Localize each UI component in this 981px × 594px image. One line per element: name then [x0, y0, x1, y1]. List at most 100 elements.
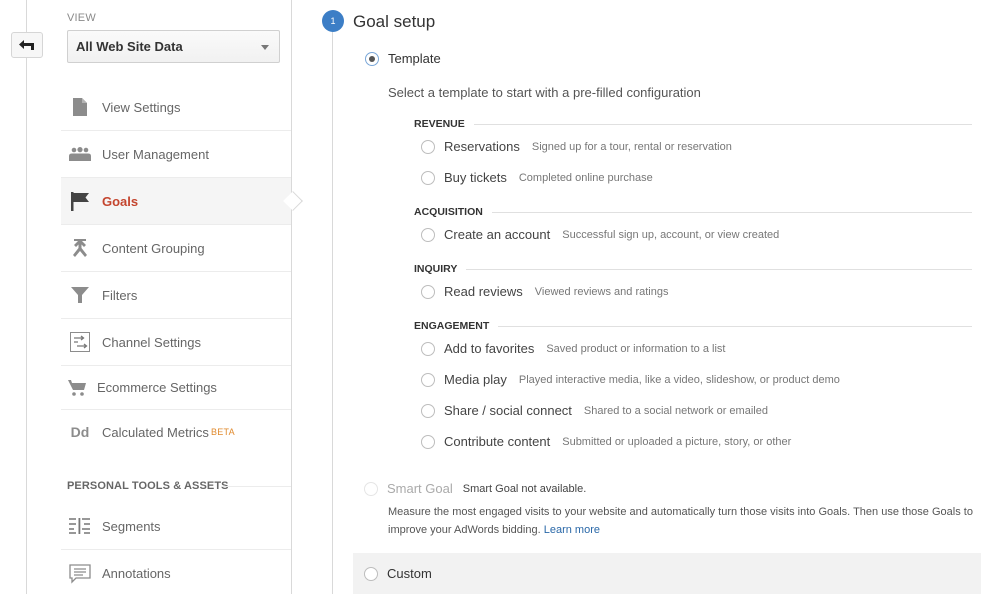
smart-goal-status: Smart Goal not available. [462, 482, 587, 495]
sidebar-item-label: Calculated Metrics [102, 424, 209, 440]
radio[interactable] [421, 434, 435, 449]
option-desc: Submitted or uploaded a picture, story, … [562, 435, 792, 448]
sidebar-item-label: Channel Settings [102, 334, 202, 350]
back-button[interactable] [11, 32, 43, 58]
smart-goal-desc-text: Measure the most engaged visits to your … [388, 506, 973, 536]
goal-option-reservations[interactable]: Reservations Signed up for a tour, rental… [421, 131, 972, 162]
merge-icon [69, 239, 91, 257]
goal-option-buy-tickets[interactable]: Buy tickets Completed online purchase [421, 162, 972, 193]
template-label: Template [388, 51, 441, 66]
section-label-personal-tools: PERSONAL TOOLS & ASSETS [67, 480, 229, 492]
learn-more-link[interactable]: Learn more [544, 524, 600, 536]
back-arrow-icon [19, 40, 34, 50]
view-label: VIEW [67, 12, 96, 24]
sidebar-item-calculated-metrics[interactable]: Dd Calculated Metrics BETA [61, 410, 291, 454]
radio[interactable] [421, 372, 435, 387]
category-title: ACQUISITION [414, 206, 483, 218]
goal-option-share-social[interactable]: Share / social connect Shared to a social… [421, 395, 972, 426]
cart-icon [66, 379, 88, 397]
option-name: Share / social connect [444, 403, 572, 418]
sidebar-item-label: Goals [102, 193, 139, 209]
template-categories: REVENUE Reservations Signed up for a tour… [414, 117, 972, 469]
step-number-badge: 1 [322, 10, 344, 32]
option-desc: Saved product or information to a list [546, 342, 726, 355]
sidebar-item-label: Content Grouping [102, 240, 205, 256]
sidebar-item-label: Segments [102, 518, 161, 534]
dd-icon: Dd [70, 424, 90, 440]
beta-badge: BETA [210, 427, 235, 437]
category-inquiry: INQUIRY Read reviews Viewed reviews and r… [414, 262, 972, 307]
radio[interactable] [421, 139, 435, 154]
flag-icon [69, 192, 91, 211]
smart-goal-option: Smart Goal Smart Goal not available. [364, 481, 586, 496]
option-name: Contribute content [444, 434, 551, 449]
sidebar-item-user-management[interactable]: User Management [61, 131, 291, 178]
category-divider [473, 123, 972, 125]
radio[interactable] [421, 341, 435, 356]
goal-option-add-favorites[interactable]: Add to favorites Saved product or informa… [421, 333, 972, 364]
chevron-down-icon [261, 45, 269, 50]
sidebar-item-annotations[interactable]: Annotations [61, 550, 291, 594]
smart-goal-radio [364, 481, 378, 496]
radio[interactable] [421, 284, 435, 299]
view-select[interactable]: All Web Site Data [67, 30, 280, 63]
step-timeline [332, 22, 333, 594]
sidebar-item-segments[interactable]: Segments [61, 503, 291, 550]
template-description: Select a template to start with a pre-fi… [388, 85, 701, 100]
option-desc: Played interactive media, like a video, … [518, 373, 840, 386]
rail-line [26, 0, 27, 594]
template-option[interactable]: Template [365, 51, 441, 66]
category-acquisition: ACQUISITION Create an account Successful … [414, 205, 972, 250]
sidebar-item-view-settings[interactable]: View Settings [61, 84, 291, 131]
option-name: Add to favorites [444, 341, 535, 356]
sidebar-item-ecommerce-settings[interactable]: Ecommerce Settings [61, 366, 291, 410]
filter-icon [69, 286, 91, 304]
goal-option-media-play[interactable]: Media play Played interactive media, like… [421, 364, 972, 395]
option-name: Read reviews [444, 284, 523, 299]
option-name: Media play [444, 372, 507, 387]
section-divider [221, 486, 291, 487]
radio[interactable] [421, 170, 435, 185]
radio[interactable] [421, 403, 435, 418]
sidebar-item-label: User Management [102, 146, 209, 162]
document-icon [69, 98, 91, 116]
option-name: Create an account [444, 227, 551, 242]
view-select-value: All Web Site Data [76, 39, 183, 54]
custom-option[interactable]: Custom [353, 553, 981, 594]
custom-radio[interactable] [364, 566, 378, 581]
sidebar-item-channel-settings[interactable]: Channel Settings [61, 319, 291, 366]
sidebar: VIEW All Web Site Data View Settings Use… [61, 0, 303, 594]
goal-option-create-account[interactable]: Create an account Successful sign up, acc… [421, 219, 972, 250]
admin-nav: View Settings User Management Goals Cont… [61, 84, 303, 454]
option-desc: Shared to a social network or emailed [583, 404, 768, 417]
goal-option-contribute-content[interactable]: Contribute content Submitted or uploaded … [421, 426, 972, 457]
option-name: Buy tickets [444, 170, 507, 185]
sidebar-item-content-grouping[interactable]: Content Grouping [61, 225, 291, 272]
sidebar-item-label: Ecommerce Settings [97, 380, 217, 395]
option-desc: Successful sign up, account, or view cre… [562, 228, 780, 241]
template-radio[interactable] [365, 51, 379, 66]
category-title: ENGAGEMENT [414, 320, 490, 332]
annotation-icon [69, 563, 91, 584]
category-divider [491, 211, 972, 213]
smart-goal-description: Measure the most engaged visits to your … [388, 503, 978, 539]
active-indicator [283, 191, 303, 211]
sidebar-item-filters[interactable]: Filters [61, 272, 291, 319]
radio[interactable] [421, 227, 435, 242]
channel-icon [69, 332, 91, 352]
option-desc: Viewed reviews and ratings [534, 285, 669, 298]
goal-option-read-reviews[interactable]: Read reviews Viewed reviews and ratings [421, 276, 972, 307]
personal-tools-nav: Segments Annotations [61, 503, 291, 594]
category-title: INQUIRY [414, 263, 458, 275]
custom-label: Custom [387, 566, 432, 581]
smart-goal-label: Smart Goal [387, 481, 453, 496]
sidebar-item-label: Filters [102, 287, 138, 303]
option-desc: Signed up for a tour, rental or reservat… [531, 140, 732, 153]
segments-icon [69, 517, 91, 535]
sidebar-item-label: View Settings [102, 99, 181, 115]
option-desc: Completed online purchase [518, 171, 653, 184]
option-name: Reservations [444, 139, 520, 154]
category-engagement: ENGAGEMENT Add to favorites Saved product… [414, 319, 972, 457]
sidebar-item-goals[interactable]: Goals [61, 178, 303, 225]
category-divider [498, 325, 972, 327]
